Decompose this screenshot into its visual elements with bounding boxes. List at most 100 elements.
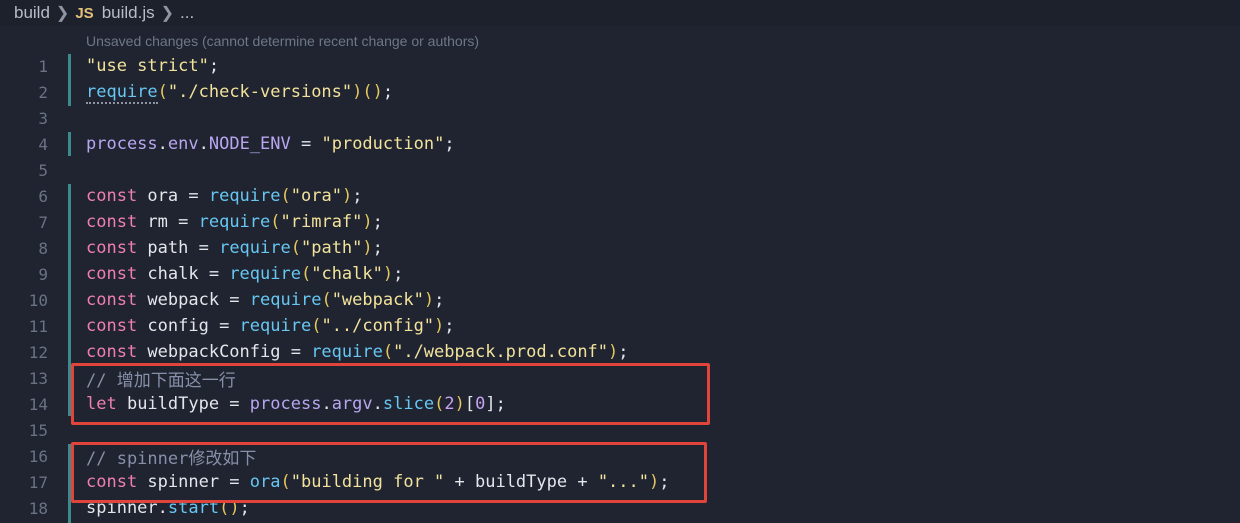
- code-line[interactable]: 3: [0, 105, 1240, 131]
- code-line[interactable]: 8 const path = require("path");: [0, 235, 1240, 261]
- code-token: rm =: [137, 212, 199, 232]
- line-number: 3: [38, 108, 48, 128]
- line-number: 7: [38, 212, 48, 232]
- line-number: 9: [38, 264, 48, 284]
- code-token: const: [86, 316, 138, 336]
- chevron-right-icon: ❯: [55, 5, 70, 22]
- code-token: (: [300, 264, 312, 284]
- code-text: const config = require("../config");: [86, 316, 455, 336]
- code-token: ;: [434, 290, 445, 310]
- code-token: (: [382, 342, 394, 362]
- line-number: 4: [38, 134, 48, 154]
- code-token: (: [290, 238, 301, 258]
- code-line[interactable]: 9 const chalk = require("chalk");: [0, 261, 1240, 287]
- line-number: 14: [28, 394, 48, 414]
- line-number: 5: [38, 160, 48, 180]
- code-token: config =: [137, 316, 240, 336]
- code-token: ;: [372, 238, 383, 258]
- line-number: 13: [28, 368, 48, 388]
- code-text: const webpackConfig = require("./webpack…: [86, 342, 629, 362]
- breadcrumb: build ❯ JS build.js ❯ ...: [0, 0, 1240, 26]
- code-token: const: [86, 290, 138, 310]
- line-number: 11: [28, 316, 48, 336]
- line-number: 8: [38, 238, 48, 258]
- code-token: "ora": [290, 186, 342, 206]
- code-text: const ora = require("ora");: [86, 186, 362, 206]
- code-editor[interactable]: Unsaved changes (cannot determine recent…: [0, 26, 1240, 523]
- code-token: =: [290, 134, 322, 154]
- code-token: webpackConfig =: [137, 342, 312, 362]
- code-text: const chalk = require("chalk");: [86, 264, 403, 284]
- javascript-file-icon: JS: [75, 4, 94, 22]
- blame-hint: Unsaved changes (cannot determine recent…: [86, 33, 480, 49]
- code-line[interactable]: 7 const rm = require("rimraf");: [0, 209, 1240, 235]
- code-token: chalk =: [137, 264, 230, 284]
- line-number: 1: [38, 56, 48, 76]
- line-number: 10: [28, 290, 48, 310]
- code-token: "use strict": [86, 56, 209, 76]
- code-token: (: [157, 82, 168, 102]
- code-line[interactable]: 11 const config = require("../config");: [0, 313, 1240, 339]
- line-number: 18: [28, 498, 48, 518]
- code-token: require: [229, 264, 301, 284]
- code-token: (: [270, 212, 281, 232]
- code-token: path =: [137, 238, 220, 258]
- code-token: const: [86, 238, 138, 258]
- code-text: process.env.NODE_ENV = "production";: [86, 134, 455, 154]
- code-line[interactable]: 5: [0, 157, 1240, 183]
- code-line[interactable]: 10 const webpack = require("webpack");: [0, 287, 1240, 313]
- line-number: 2: [38, 82, 48, 102]
- code-token: ): [362, 212, 373, 232]
- code-token: .: [198, 134, 209, 154]
- breadcrumb-folder[interactable]: build: [14, 3, 50, 23]
- code-token: ;: [372, 212, 383, 232]
- code-token: ;: [444, 134, 455, 154]
- code-token: require: [311, 342, 383, 362]
- code-token: webpack =: [137, 290, 250, 310]
- code-text: const webpack = require("webpack");: [86, 290, 444, 310]
- code-token: require: [208, 186, 281, 206]
- code-token: require: [86, 82, 158, 104]
- code-token: require: [239, 316, 312, 336]
- code-token: const: [86, 264, 138, 284]
- code-text: const path = require("path");: [86, 238, 383, 258]
- code-token: require: [249, 290, 322, 310]
- code-token: ): [434, 316, 445, 336]
- code-token: ): [341, 186, 353, 206]
- code-line[interactable]: 12 const webpackConfig = require("./webpa…: [0, 339, 1240, 365]
- code-token: "rimraf": [280, 212, 363, 232]
- code-token: ): [382, 264, 394, 284]
- code-line[interactable]: 1 "use strict";: [0, 53, 1240, 79]
- code-token: ;: [208, 56, 220, 76]
- breadcrumb-file[interactable]: build.js: [102, 3, 155, 23]
- code-token: (: [321, 290, 332, 310]
- code-token: "webpack": [331, 290, 424, 310]
- code-token: .: [157, 134, 168, 154]
- code-token: ;: [382, 82, 394, 102]
- code-line[interactable]: 4 process.env.NODE_ENV = "production";: [0, 131, 1240, 157]
- code-token: require: [219, 238, 291, 258]
- code-token: "./webpack.prod.conf": [393, 342, 609, 362]
- code-text: "use strict";: [86, 56, 219, 76]
- line-number: 12: [28, 342, 48, 362]
- code-token: "path": [300, 238, 363, 258]
- code-token: "production": [321, 134, 445, 154]
- code-token: process: [86, 134, 158, 154]
- code-token: ;: [444, 316, 455, 336]
- code-token: const: [86, 186, 138, 206]
- code-token: ;: [618, 342, 629, 362]
- highlight-box: [71, 442, 707, 503]
- code-line[interactable]: 6 const ora = require("ora");: [0, 183, 1240, 209]
- code-token: env: [167, 134, 199, 154]
- code-token: ): [423, 290, 435, 310]
- code-text: require("./check-versions")();: [86, 82, 394, 104]
- code-line[interactable]: 2 require("./check-versions")();: [0, 79, 1240, 105]
- code-token: ): [362, 238, 373, 258]
- highlight-box: [71, 363, 710, 425]
- code-token: const: [86, 212, 138, 232]
- chevron-right-icon: ❯: [160, 5, 175, 22]
- code-token: (: [280, 186, 291, 206]
- code-token: ;: [393, 264, 404, 284]
- code-text: const rm = require("rimraf");: [86, 212, 383, 232]
- breadcrumb-more[interactable]: ...: [180, 3, 194, 23]
